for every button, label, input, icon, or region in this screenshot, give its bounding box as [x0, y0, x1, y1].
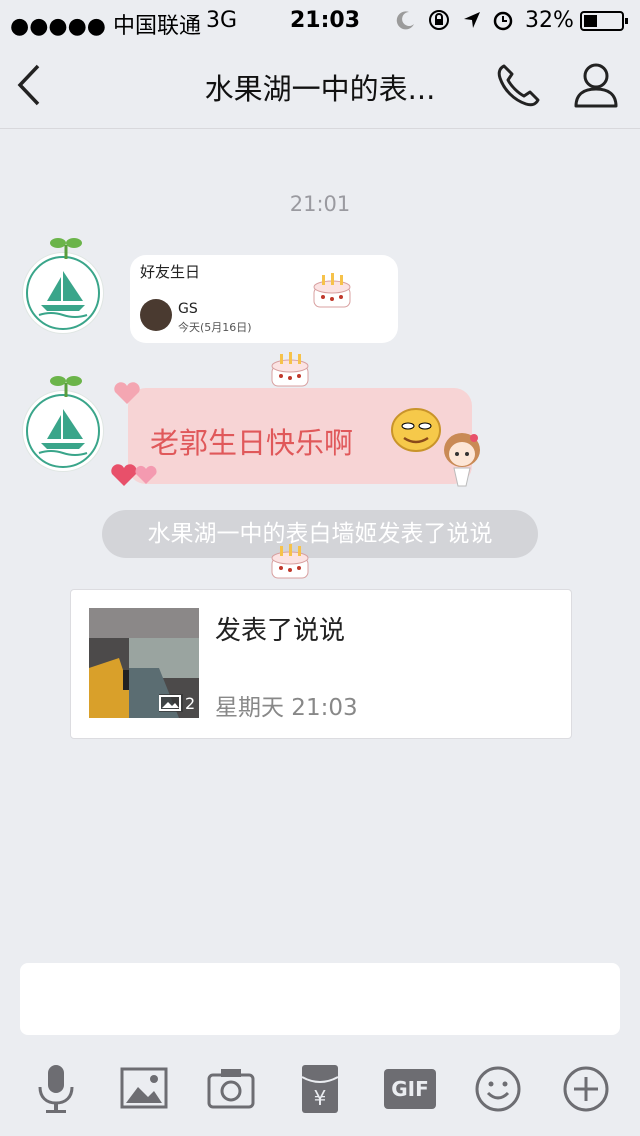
input-toolbar: ¥ GIF: [0, 1055, 640, 1125]
system-notice: 水果湖一中的表白墙姬发表了说说: [102, 510, 538, 558]
friend-avatar: [140, 299, 172, 331]
birthday-card-title: 好友生日: [140, 263, 201, 281]
red-packet-icon[interactable]: ¥: [294, 1063, 346, 1115]
svg-text:¥: ¥: [314, 1086, 327, 1110]
share-card-time: 星期天 21:03: [215, 695, 358, 721]
cake-icon: [313, 273, 351, 308]
sprout-icon: [50, 376, 82, 397]
moon-icon: [396, 11, 414, 30]
chat-header: 水果湖一中的表...: [0, 42, 640, 129]
clock: 21:03: [290, 8, 361, 33]
network-type: 3G: [206, 8, 238, 33]
battery-icon: [580, 11, 628, 31]
cake-icon: [271, 544, 309, 579]
sender-avatar[interactable]: [22, 238, 104, 334]
profile-button[interactable]: [572, 60, 620, 110]
smiley-emoji-icon: [391, 408, 441, 452]
message-bubble[interactable]: 老郭生日快乐啊: [128, 388, 472, 484]
back-button[interactable]: [14, 62, 44, 108]
battery-percent: 32%: [525, 8, 574, 33]
location-icon: [464, 12, 480, 28]
school-logo-icon: [26, 394, 100, 468]
time-separator: 21:01: [289, 192, 351, 216]
cake-icon: [271, 352, 309, 387]
message-input[interactable]: [20, 963, 620, 1035]
share-card-title: 发表了说说: [215, 616, 346, 646]
chat-title[interactable]: 水果湖一中的表...: [150, 66, 490, 108]
image-icon[interactable]: [118, 1063, 170, 1115]
rotation-lock-icon: [429, 10, 449, 30]
sender-avatar[interactable]: [22, 376, 104, 472]
birthday-date: 今天(5月16日): [178, 321, 252, 334]
school-logo-icon: [26, 256, 100, 330]
photo-count-icon: [159, 695, 181, 711]
camera-icon[interactable]: [205, 1063, 257, 1115]
plus-icon[interactable]: [560, 1063, 612, 1115]
message-text: 老郭生日快乐啊: [150, 426, 354, 460]
carrier: ●●●●● 中国联通: [10, 14, 201, 39]
photo-count: 2: [185, 694, 196, 713]
emoji-icon[interactable]: [472, 1063, 524, 1115]
share-thumbnail: 2: [89, 608, 199, 718]
hearts-decoration-icon: [111, 464, 157, 486]
cartoon-girl-sticker: [444, 433, 480, 487]
status-bar: ●●●●● 中国联通 3G 21:03 32%: [0, 0, 640, 42]
share-card[interactable]: 2 发表了说说 星期天 21:03: [70, 589, 572, 739]
birthday-card[interactable]: 好友生日 GS 今天(5月16日): [130, 255, 398, 343]
gif-icon[interactable]: GIF: [384, 1069, 436, 1109]
phone-call-button[interactable]: [494, 62, 542, 110]
microphone-icon[interactable]: [30, 1063, 82, 1115]
friend-name: GS: [178, 301, 198, 317]
sprout-icon: [50, 238, 82, 259]
heart-decoration-icon: [114, 382, 140, 404]
alarm-icon: [493, 11, 513, 31]
